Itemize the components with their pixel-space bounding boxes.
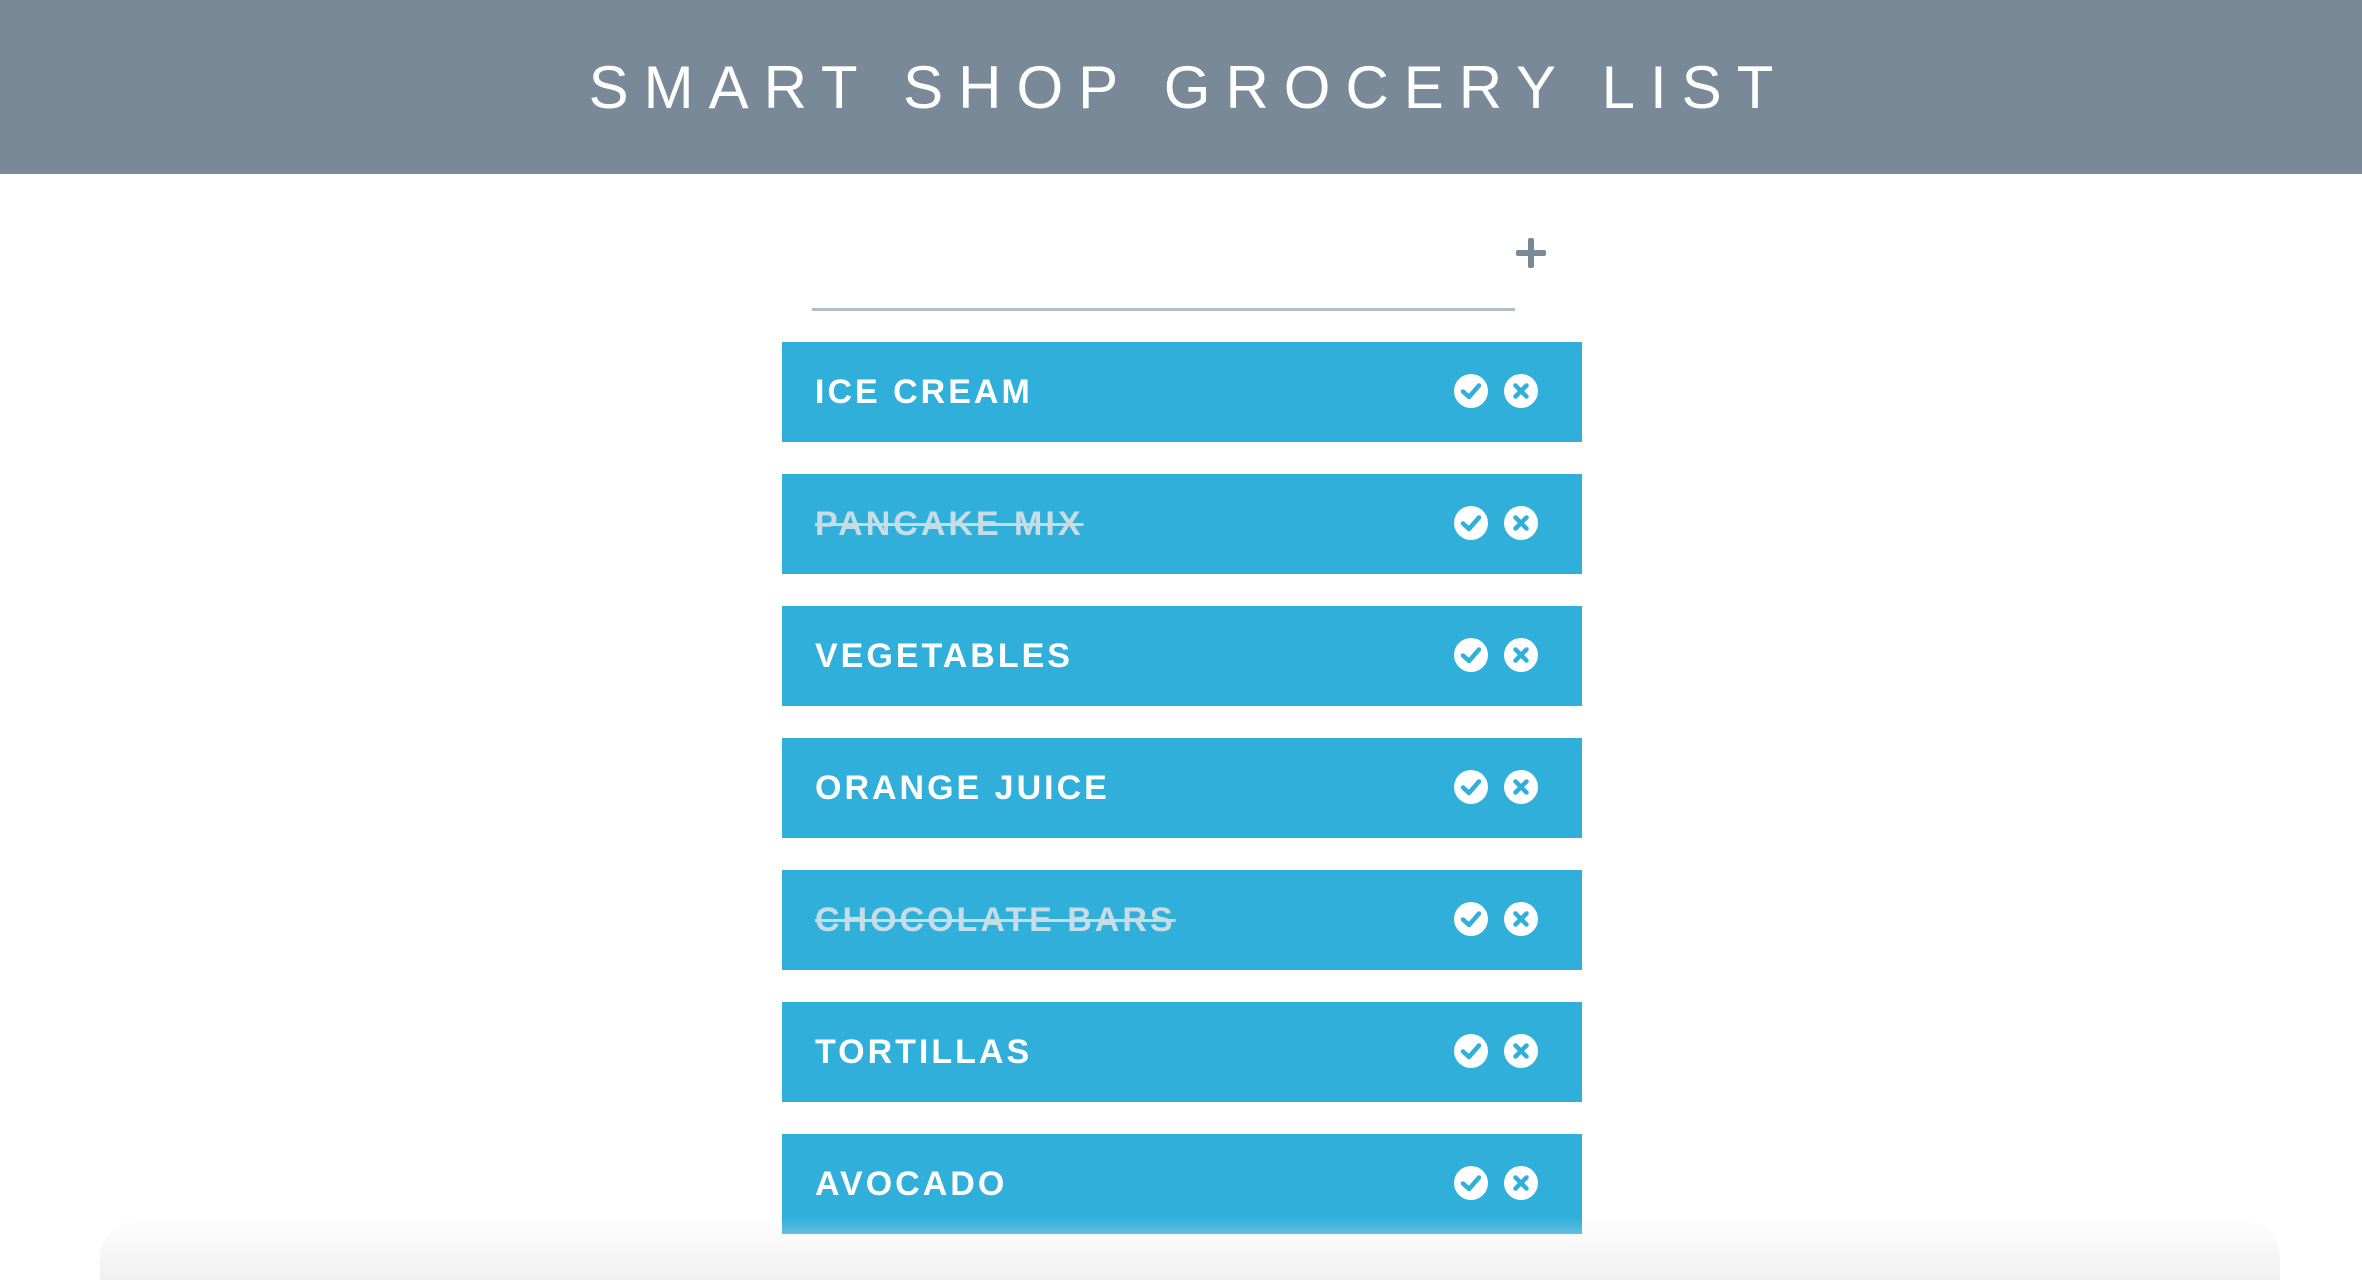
item-label: TORTILLAS xyxy=(815,1032,1033,1071)
new-item-input[interactable] xyxy=(812,220,1515,311)
list-item: ORANGE JUICE xyxy=(782,738,1582,838)
list-item: CHOCOLATE BARS xyxy=(782,870,1582,970)
item-label: PANCAKE MIX xyxy=(815,504,1084,543)
check-circle-icon[interactable] xyxy=(1454,1034,1488,1068)
x-circle-icon[interactable] xyxy=(1504,902,1538,936)
item-label: ORANGE JUICE xyxy=(815,768,1110,807)
check-circle-icon[interactable] xyxy=(1454,902,1488,936)
check-circle-icon[interactable] xyxy=(1454,1166,1488,1200)
item-label: AVOCADO xyxy=(815,1164,1008,1203)
check-circle-icon[interactable] xyxy=(1454,638,1488,672)
check-circle-icon[interactable] xyxy=(1454,506,1488,540)
page-title: SMART SHOP GROCERY LIST xyxy=(588,53,1789,121)
x-circle-icon[interactable] xyxy=(1504,770,1538,804)
item-label: ICE CREAM xyxy=(815,372,1033,411)
list-item: VEGETABLES xyxy=(782,606,1582,706)
x-circle-icon[interactable] xyxy=(1504,506,1538,540)
plus-icon[interactable] xyxy=(1512,234,1548,270)
list-item: TORTILLAS xyxy=(782,1002,1582,1102)
add-item-form xyxy=(812,220,1552,311)
item-label: CHOCOLATE BARS xyxy=(815,900,1176,939)
item-label: VEGETABLES xyxy=(815,636,1073,675)
list-item: ICE CREAM xyxy=(782,342,1582,442)
x-circle-icon[interactable] xyxy=(1504,374,1538,408)
x-circle-icon[interactable] xyxy=(1504,1166,1538,1200)
list-item: PANCAKE MIX xyxy=(782,474,1582,574)
bottom-edge-shadow xyxy=(100,1218,2280,1280)
check-circle-icon[interactable] xyxy=(1454,770,1488,804)
app-header: SMART SHOP GROCERY LIST xyxy=(0,0,2362,174)
x-circle-icon[interactable] xyxy=(1504,638,1538,672)
x-circle-icon[interactable] xyxy=(1504,1034,1538,1068)
grocery-list: ICE CREAM PANCAKE MIX VEGETABLES ORANGE … xyxy=(782,342,1582,1266)
check-circle-icon[interactable] xyxy=(1454,374,1488,408)
